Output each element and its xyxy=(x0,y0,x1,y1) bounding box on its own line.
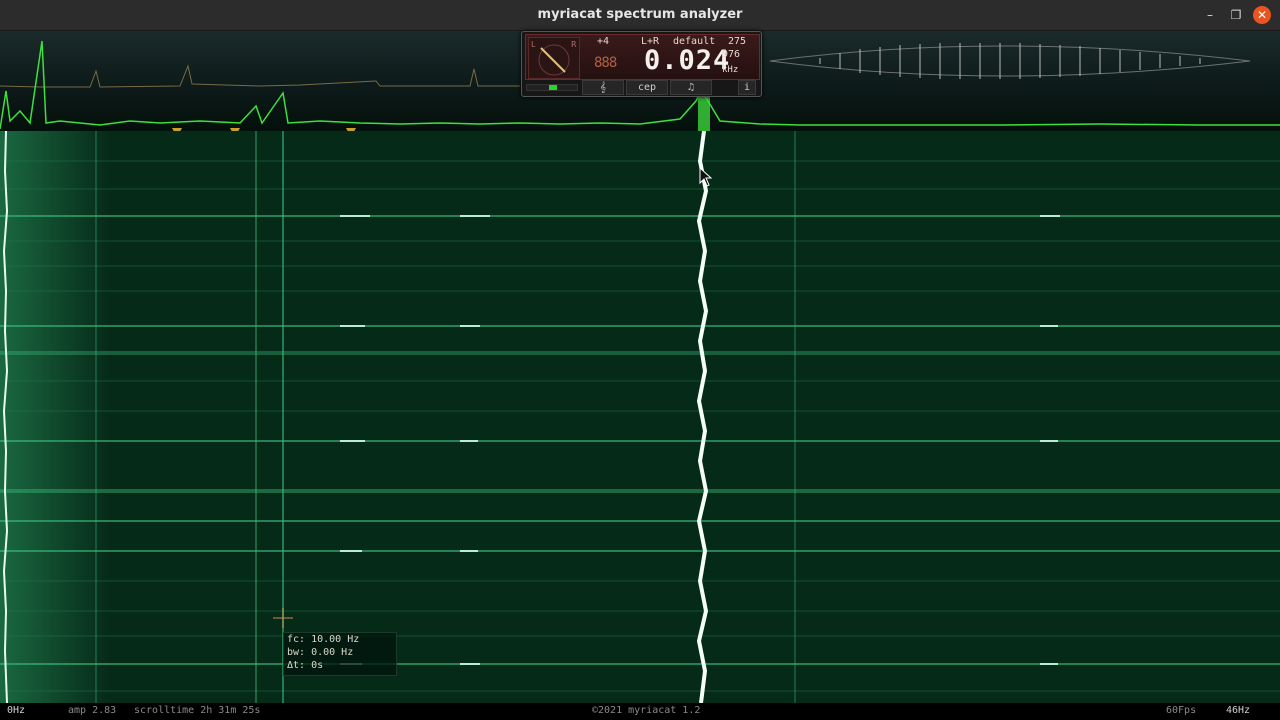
copyright-label: ©2021 myriacat 1.2 xyxy=(592,705,701,716)
svg-text:L: L xyxy=(531,40,536,49)
cursor-readout: fc: 10.00 Hz bw: 0.00 Hz Δt: 0s xyxy=(283,632,397,676)
svg-text:R: R xyxy=(571,40,577,49)
mouse-cursor-icon xyxy=(699,167,713,187)
waveform-envelope xyxy=(769,45,1251,77)
waterfall-view[interactable] xyxy=(0,131,1280,703)
peak-bar xyxy=(698,94,710,131)
status-bar: 0Hz amp 2.83 scrolltime 2h 31m 25s ©2021… xyxy=(0,703,1280,720)
value-275: 275 xyxy=(728,36,747,47)
frequency-readout: 0.024 xyxy=(644,45,731,76)
segment-digits: 888 xyxy=(594,55,617,71)
gain-offset: +4 xyxy=(597,36,610,47)
control-panel: L R +4 L+R default 275 888 0.024 976 kHz… xyxy=(521,31,762,97)
dial-icon: L R xyxy=(531,40,577,76)
readout-dt: Δt: 0s xyxy=(287,660,324,671)
min-frequency: 0Hz xyxy=(7,705,26,716)
phase-dial[interactable]: L R xyxy=(528,37,580,79)
level-indicator xyxy=(549,85,557,90)
tune-button[interactable]: ♫ xyxy=(670,80,712,95)
lcd-display: L R +4 L+R default 275 888 0.024 976 kHz xyxy=(525,34,760,80)
fps-value: 60Fps xyxy=(1166,705,1197,716)
info-button[interactable]: i xyxy=(738,80,756,95)
scrolltime-value: scrolltime 2h 31m 25s xyxy=(134,705,261,716)
readout-fc: fc: 10.00 Hz xyxy=(287,634,360,645)
faint-rows xyxy=(0,160,1280,692)
close-button[interactable]: ✕ xyxy=(1253,6,1271,24)
waterfall-graph xyxy=(0,131,1280,703)
window-title: myriacat spectrum analyzer xyxy=(537,7,743,22)
horizontal-bands xyxy=(0,215,1280,665)
readout-bw: bw: 0.00 Hz xyxy=(287,647,354,658)
title-bar: myriacat spectrum analyzer – ❐ ✕ xyxy=(0,0,1280,31)
note-button[interactable]: 𝄞 xyxy=(582,80,624,95)
maximize-button[interactable]: ❐ xyxy=(1228,7,1244,23)
max-frequency: 46Hz xyxy=(1226,705,1251,716)
waveform xyxy=(819,43,1201,79)
unit-label: kHz xyxy=(722,65,739,75)
cep-button[interactable]: cep xyxy=(626,80,668,95)
minimize-button[interactable]: – xyxy=(1202,7,1218,23)
level-meter xyxy=(526,84,578,91)
amp-value: amp 2.83 xyxy=(68,705,117,716)
spectrum-trace-faint xyxy=(0,64,520,88)
sub-value: 976 xyxy=(722,49,741,60)
